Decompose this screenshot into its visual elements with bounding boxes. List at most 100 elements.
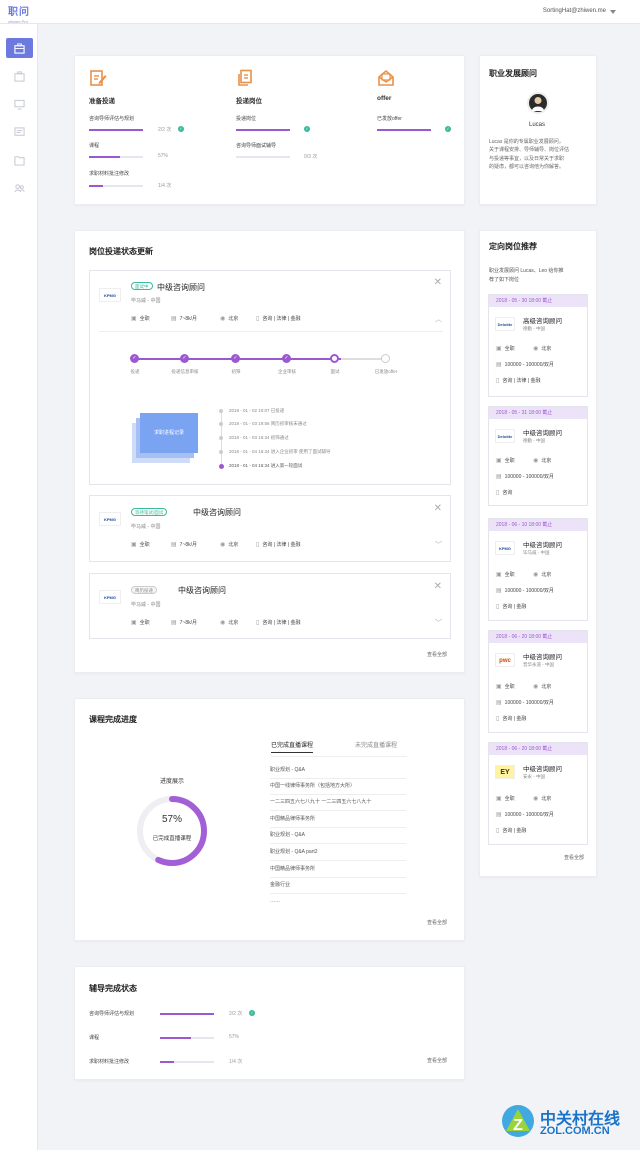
job-title[interactable]: 中级咨询顾问 (523, 539, 562, 549)
advisor-card: 职业发展顾问 Lucas Lucas 是你的专属职业发展顾问， 关于课程安排、导… (479, 55, 597, 205)
caret-down-icon[interactable] (610, 10, 616, 14)
job-application-item[interactable]: KPMG 面试中 中级咨询顾问 毕马威 - 中国 ✕ ▣ 全职 ▤ 7~8k/月 ◉… (89, 270, 451, 485)
company-logo: Deloitte (495, 429, 515, 443)
course-list-item[interactable]: 一二三四五六七八九十 一二三四五六七八九十 (270, 795, 406, 811)
bookmark-icon: ▯ (496, 490, 500, 496)
sidebar-item-files[interactable] (6, 150, 33, 170)
job-title[interactable]: 中级咨询顾问 (523, 651, 562, 661)
briefcase-icon: ▣ (131, 620, 137, 626)
course-list-item[interactable]: 金融行业 (270, 878, 406, 894)
step-label: 企业审核 (278, 369, 296, 374)
chevron-down-icon[interactable]: ﹀ (435, 618, 442, 628)
tab-incomplete-courses[interactable]: 未完成直播课程 (355, 740, 397, 749)
course-list-item[interactable]: 中国精品律师事务所 (270, 862, 406, 878)
close-icon[interactable]: ✕ (434, 581, 442, 592)
course-list-item[interactable]: 中国一线律师事务所（包括地方大所） (270, 779, 406, 795)
stat-value: 57% (229, 1034, 240, 1040)
sidebar-item-jobs[interactable] (6, 66, 33, 86)
recommended-job-item[interactable]: 2018 - 05 - 31 18:00 截止 Deloitte 中级咨询顾问 … (488, 406, 588, 506)
job-salary-text: 100000 - 100000/双月 (504, 474, 554, 480)
job-title[interactable]: 中级咨询顾问 (193, 507, 241, 518)
job-title[interactable]: 中级咨询顾问 (178, 585, 226, 596)
job-tags-text: 咨询 | 法律 | 金融 (262, 542, 301, 548)
location-icon: ◉ (533, 458, 539, 464)
job-salary: ▤ 100000 - 100000/双月 (496, 361, 554, 368)
calendar-icon: ▤ (496, 812, 502, 818)
progress-bar (160, 1037, 214, 1039)
advisor-description-line: 关于课程安排、导师辅导、岗位评估 (489, 147, 570, 154)
progress-bar (89, 129, 143, 131)
progress-fill (236, 129, 290, 131)
company-logo: pwc (495, 653, 515, 667)
progress-bar (377, 129, 431, 131)
job-application-item[interactable]: KPMG 等待笔试/面试 中级咨询顾问 毕马威 - 中国 ✕ ▣ 全职 ▤ 7~8k… (89, 495, 451, 562)
briefcase-icon: ▣ (131, 316, 137, 322)
job-type: ▣ 全职 (131, 541, 150, 548)
progress-overview-card: 准备投递 咨询导师评估与规划 2/2 次 ✓ 课程 57% 求职材料批注修改 1… (74, 55, 465, 205)
sidebar-item-documents[interactable] (6, 122, 33, 142)
timeline-dot (219, 422, 223, 426)
job-title[interactable]: 中级咨询顾问 (523, 427, 562, 437)
job-salary: ▤ 100000 - 100000/双月 (496, 587, 554, 594)
status-badge: 面试中 (131, 282, 153, 290)
recommended-job-item[interactable]: 2018 - 06 - 10 18:00 截止 KPMG 中级咨询顾问 毕马威 … (488, 518, 588, 621)
job-type: ▣ 全职 (496, 457, 515, 464)
job-tags-text: 咨询 | 法律 | 金融 (262, 620, 301, 626)
close-icon[interactable]: ✕ (434, 503, 442, 514)
progress-bar (89, 185, 143, 187)
sidebar-item-dashboard[interactable] (6, 38, 33, 58)
job-city-text: 北京 (541, 796, 552, 802)
briefcase-icon: ▣ (496, 458, 502, 464)
close-icon[interactable]: ✕ (434, 277, 442, 288)
timeline-entry: 2018 - 01 - 04 16:34 进入第一轮面试 (229, 463, 303, 468)
job-salary-text: 100000 - 100000/双月 (504, 588, 554, 594)
stat-value: 57% (158, 153, 169, 159)
step-label: 面试 (330, 369, 340, 374)
stat-label: 已发放offer (377, 116, 402, 122)
sidebar-item-advisors[interactable] (6, 178, 33, 198)
check-icon: ✓ (445, 126, 451, 132)
stat-value: 1/4 次 (158, 183, 172, 189)
course-list-item[interactable]: 中国精品律师事务所 (270, 812, 406, 828)
divider (99, 331, 443, 332)
chevron-up-icon[interactable]: ︿ (435, 314, 442, 324)
check-icon: ✓ (178, 126, 184, 132)
step-label: 投递 (130, 369, 140, 374)
stat-title-offer: offer (377, 95, 392, 102)
job-application-item[interactable]: KPMG 简历投递 中级咨询顾问 毕马威 - 中国 ✕ ▣ 全职 ▤ 7~8k/月 … (89, 573, 451, 639)
view-all-link[interactable]: 查看全部 (564, 854, 584, 861)
watermark-url: ZOL.COM.CN (540, 1125, 610, 1137)
view-all-link[interactable]: 查看全部 (427, 919, 447, 926)
job-title[interactable]: 高级咨询顾问 (523, 315, 562, 325)
company-logo: KPMG (99, 590, 121, 604)
progress-donut (137, 796, 207, 866)
recommended-job-item[interactable]: 2018 - 06 - 20 18:00 截止 pwc 中级咨询顾问 普华永道 … (488, 630, 588, 733)
app-logo[interactable]: 职问 zhiwen.Pro (8, 3, 30, 24)
avatar[interactable] (527, 92, 549, 114)
job-title[interactable]: 中级咨询顾问 (157, 282, 205, 293)
course-list-item[interactable]: 职业规划 - Q&A (270, 763, 406, 779)
company-logo: KPMG (99, 512, 121, 526)
chevron-down-icon[interactable]: ﹀ (435, 540, 442, 550)
location-icon: ◉ (220, 316, 226, 322)
progress-bar (236, 156, 290, 158)
view-all-link[interactable]: 查看全部 (427, 651, 447, 658)
course-list-item[interactable]: 职业规划 - Q&A part2 (270, 845, 406, 861)
step-done-icon: ✓ (282, 354, 291, 363)
company-name: 毕马威 - 中国 (523, 550, 550, 555)
briefcase-icon: ▣ (496, 346, 502, 352)
sidebar-item-courses[interactable] (6, 94, 33, 114)
recommended-job-item[interactable]: 2018 - 05 - 30 18:00 截止 Deloitte 高级咨询顾问 … (488, 294, 588, 397)
job-salary-text: 100000 - 100000/双月 (504, 812, 554, 818)
recommended-job-item[interactable]: 2018 - 06 - 20 18:00 截止 EY 中级咨询顾问 安永 - 中… (488, 742, 588, 845)
company-name: 毕马威 - 中国 (131, 602, 161, 608)
user-account[interactable]: SortingHat@zhiwen.me (543, 8, 606, 14)
course-list-item[interactable]: 职业规划 - Q&A (270, 828, 406, 844)
donut-caption: 已完成直播课程 (152, 836, 192, 842)
job-city-text: 北京 (228, 542, 239, 548)
job-salary: ▤ 7~8k/月 (171, 315, 197, 322)
tab-completed-courses[interactable]: 已完成直播课程 (271, 740, 314, 753)
job-title[interactable]: 中级咨询顾问 (523, 763, 562, 773)
view-all-link[interactable]: 查看全部 (427, 1057, 447, 1064)
job-type: ▣ 全职 (496, 571, 515, 578)
